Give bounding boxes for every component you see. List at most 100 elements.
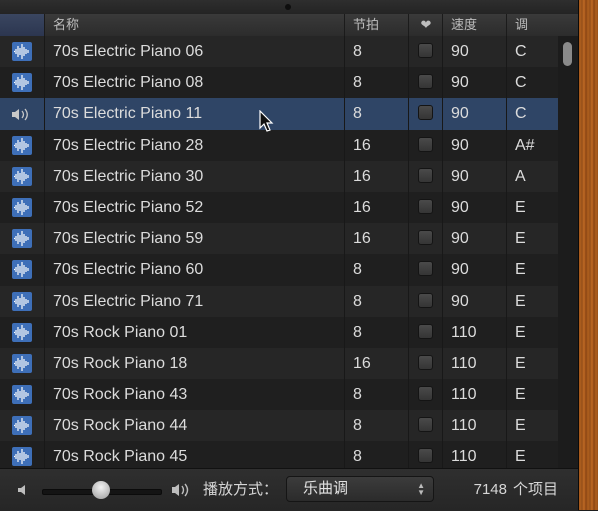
waveform-icon[interactable] xyxy=(12,260,32,280)
favorite-cell xyxy=(408,98,442,130)
loop-key: C xyxy=(506,36,558,68)
header-tempo[interactable]: 速度 xyxy=(442,14,506,36)
loop-row[interactable]: 70s Electric Piano 28 16 90 A# xyxy=(0,129,558,161)
loop-type-cell[interactable] xyxy=(0,161,44,192)
favorite-checkbox[interactable] xyxy=(418,354,433,370)
favorite-cell xyxy=(408,129,442,161)
loop-key: E xyxy=(506,254,558,286)
volume-slider-knob[interactable] xyxy=(92,481,110,499)
favorite-checkbox[interactable] xyxy=(418,261,433,277)
loop-name: 70s Rock Piano 43 xyxy=(44,379,344,411)
resize-grip-icon[interactable] xyxy=(285,4,291,10)
loop-name: 70s Electric Piano 11 xyxy=(44,98,344,130)
loop-row[interactable]: 70s Electric Piano 60 8 90 E xyxy=(0,254,558,286)
loop-row[interactable]: 70s Rock Piano 18 16 110 E xyxy=(0,347,558,380)
favorite-checkbox[interactable] xyxy=(418,43,433,58)
loop-key: E xyxy=(506,410,558,442)
loop-type-cell[interactable] xyxy=(0,192,44,223)
loop-type-cell[interactable] xyxy=(0,223,44,254)
loop-tempo: 110 xyxy=(442,347,506,380)
header-type-column[interactable] xyxy=(0,14,44,36)
favorite-checkbox[interactable] xyxy=(418,417,433,433)
loop-type-cell[interactable] xyxy=(0,317,44,348)
loop-tempo: 90 xyxy=(442,191,506,224)
favorite-checkbox[interactable] xyxy=(418,105,433,121)
loop-row[interactable]: 70s Electric Piano 08 8 90 C xyxy=(0,67,558,99)
loop-tempo: 90 xyxy=(442,98,506,130)
scroll-thumb[interactable] xyxy=(563,42,572,66)
favorite-checkbox[interactable] xyxy=(418,136,433,152)
loop-row[interactable]: 70s Electric Piano 11 8 90 C xyxy=(0,98,558,130)
loop-name: 70s Rock Piano 45 xyxy=(44,441,344,468)
loop-row[interactable]: 70s Rock Piano 45 8 110 E xyxy=(0,441,558,468)
waveform-icon[interactable] xyxy=(12,385,32,405)
favorite-checkbox[interactable] xyxy=(418,448,433,464)
loop-tempo: 110 xyxy=(442,379,506,411)
favorite-cell xyxy=(408,223,442,255)
waveform-icon[interactable] xyxy=(12,353,32,373)
loop-tempo: 90 xyxy=(442,129,506,161)
header-name[interactable]: 名称 xyxy=(44,14,344,36)
waveform-icon[interactable] xyxy=(12,166,32,186)
waveform-icon[interactable] xyxy=(12,135,32,155)
loop-type-cell[interactable] xyxy=(0,286,44,317)
speaker-high-icon xyxy=(170,481,194,503)
loop-type-cell[interactable] xyxy=(0,98,44,129)
loop-type-cell[interactable] xyxy=(0,379,44,410)
loop-row[interactable]: 70s Electric Piano 30 16 90 A xyxy=(0,160,558,192)
favorite-checkbox[interactable] xyxy=(418,323,433,339)
loop-key: A xyxy=(506,160,558,192)
waveform-icon[interactable] xyxy=(12,73,32,93)
loop-type-cell[interactable] xyxy=(0,36,44,67)
loop-tempo: 90 xyxy=(442,67,506,99)
waveform-icon[interactable] xyxy=(12,42,32,61)
loop-name: 70s Rock Piano 01 xyxy=(44,316,344,348)
loop-key: E xyxy=(506,441,558,468)
waveform-icon[interactable] xyxy=(12,416,32,436)
favorite-cell xyxy=(408,441,442,468)
loop-type-cell[interactable] xyxy=(0,130,44,161)
loop-row[interactable]: 70s Rock Piano 44 8 110 E xyxy=(0,410,558,442)
loop-type-cell[interactable] xyxy=(0,254,44,285)
loop-name: 70s Rock Piano 44 xyxy=(44,410,344,442)
favorite-checkbox[interactable] xyxy=(418,198,433,214)
loop-row[interactable]: 70s Electric Piano 59 16 90 E xyxy=(0,223,558,255)
item-count: 7148 个项目 xyxy=(474,480,558,500)
loop-row[interactable]: 70s Rock Piano 43 8 110 E xyxy=(0,379,558,411)
loop-row[interactable]: 70s Electric Piano 71 8 90 E xyxy=(0,285,558,317)
loop-tempo: 90 xyxy=(442,36,506,68)
scrollbar[interactable] xyxy=(558,36,578,468)
loop-row[interactable]: 70s Rock Piano 01 8 110 E xyxy=(0,316,558,348)
waveform-icon[interactable] xyxy=(12,447,32,467)
header-favorite[interactable]: ❤ xyxy=(408,14,443,36)
waveform-icon[interactable] xyxy=(12,229,32,249)
loop-type-cell[interactable] xyxy=(0,348,44,379)
loop-beats: 8 xyxy=(344,67,408,99)
favorite-cell xyxy=(408,410,442,442)
loop-beats: 8 xyxy=(344,98,408,130)
loop-type-cell[interactable] xyxy=(0,441,44,468)
loop-row[interactable]: 70s Electric Piano 06 8 90 C xyxy=(0,36,558,68)
loop-tempo: 90 xyxy=(442,285,506,317)
loop-name: 70s Electric Piano 52 xyxy=(44,191,344,224)
loop-type-cell[interactable] xyxy=(0,410,44,441)
waveform-icon[interactable] xyxy=(12,322,32,342)
loop-key: E xyxy=(506,285,558,317)
waveform-icon[interactable] xyxy=(12,291,32,311)
favorite-checkbox[interactable] xyxy=(418,386,433,402)
loop-tempo: 90 xyxy=(442,223,506,255)
waveform-icon[interactable] xyxy=(12,197,32,217)
favorite-checkbox[interactable] xyxy=(418,230,433,246)
loop-list: 70s Electric Piano 06 8 90 C 70s Electric Pi… xyxy=(0,36,558,468)
favorite-checkbox[interactable] xyxy=(418,74,433,90)
loop-type-cell[interactable] xyxy=(0,67,44,98)
play-mode-select[interactable]: 乐曲调 ▲ ▼ xyxy=(286,476,434,502)
loop-row[interactable]: 70s Electric Piano 52 16 90 E xyxy=(0,191,558,224)
resize-bar[interactable] xyxy=(0,0,578,14)
loop-tempo: 110 xyxy=(442,410,506,442)
loop-beats: 8 xyxy=(344,254,408,286)
header-key[interactable]: 调 xyxy=(506,14,556,36)
favorite-checkbox[interactable] xyxy=(418,167,433,183)
header-beats[interactable]: 节拍 xyxy=(344,14,408,36)
favorite-checkbox[interactable] xyxy=(418,292,433,308)
